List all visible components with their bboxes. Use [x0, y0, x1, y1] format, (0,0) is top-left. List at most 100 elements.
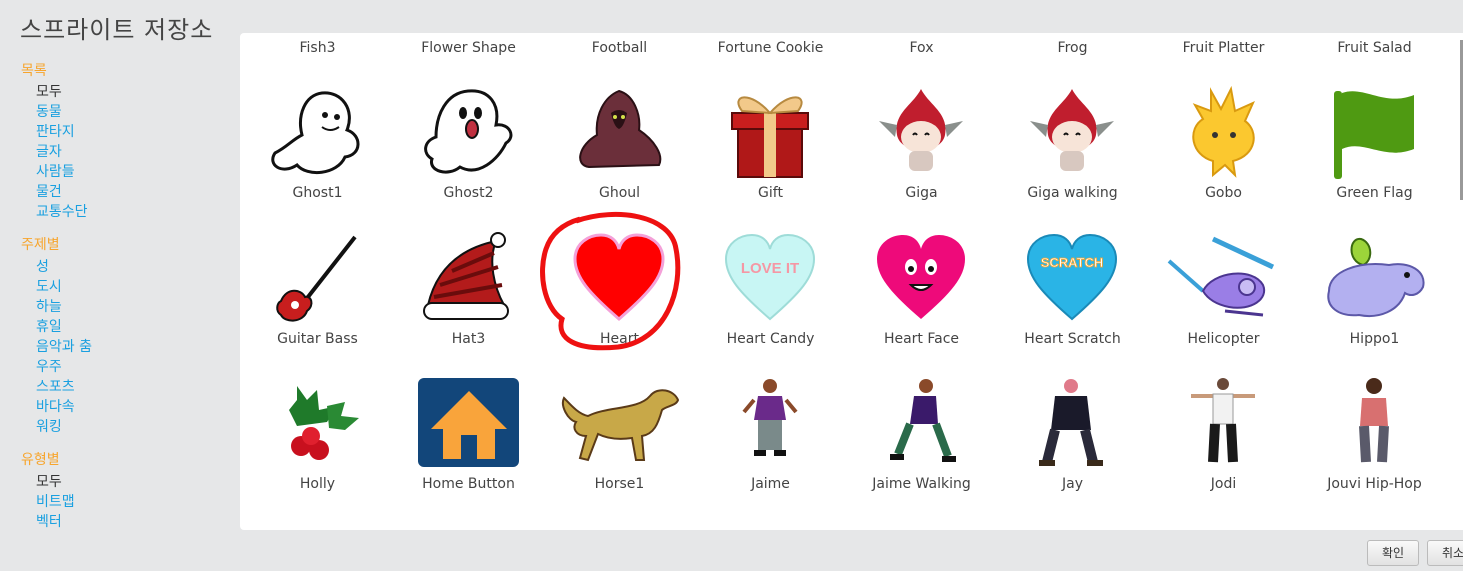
- sprite-label[interactable]: Frog: [997, 40, 1148, 56]
- heart-face-icon: [877, 235, 965, 319]
- theme-item-holiday[interactable]: 휴일: [36, 316, 62, 336]
- hippo1-icon: [1327, 237, 1425, 317]
- sprite-tile-home-button[interactable]: Home Button: [393, 374, 544, 494]
- sprite-tile-giga-walking[interactable]: Giga walking: [997, 83, 1148, 203]
- sprite-label[interactable]: Fortune Cookie: [695, 40, 846, 56]
- jaime-icon: [742, 379, 798, 456]
- theme-item-sky[interactable]: 하늘: [36, 296, 62, 316]
- type-item-all[interactable]: 모두: [36, 471, 62, 491]
- sprite-label: Gobo: [1205, 185, 1242, 201]
- sprite-label: Holly: [299, 476, 336, 492]
- sprite-tile-ghost2[interactable]: Ghost2: [393, 83, 544, 203]
- sprite-tile-green-flag[interactable]: Green Flag: [1299, 83, 1450, 203]
- sprite-label: Heart Scratch: [1024, 331, 1121, 347]
- sprite-tile-jay[interactable]: Jay: [997, 374, 1148, 494]
- sprite-tile-heart-scratch[interactable]: SCRATCH Heart Scratch: [997, 229, 1148, 349]
- theme-item-music-dance[interactable]: 음악과 춤: [36, 336, 92, 356]
- heart-candy-text: LOVE IT: [741, 260, 799, 277]
- sprite-label: Jay: [1062, 476, 1083, 492]
- category-item-animals[interactable]: 동물: [36, 101, 62, 121]
- jouvi-hip-hop-icon: [1359, 378, 1389, 463]
- sprite-label[interactable]: Fruit Platter: [1148, 40, 1299, 56]
- sprite-label: Jaime Walking: [872, 476, 971, 492]
- type-item-bitmap[interactable]: 비트맵: [36, 491, 75, 511]
- sprite-label: Heart Face: [883, 331, 960, 347]
- category-item-all[interactable]: 모두: [36, 81, 62, 101]
- sprite-label[interactable]: Fish3: [242, 40, 393, 56]
- category-item-things[interactable]: 물건: [36, 181, 62, 201]
- sprite-tile-giga[interactable]: Giga: [846, 83, 997, 203]
- theme-item-castle[interactable]: 성: [36, 256, 49, 276]
- sprite-label: Jouvi Hip-Hop: [1327, 476, 1422, 492]
- highlight-circle-annotation: [540, 211, 681, 351]
- sprite-label: Guitar Bass: [277, 331, 358, 347]
- sprite-tile-gift[interactable]: Gift: [695, 83, 846, 203]
- sprite-library-grid: Fish3 Flower Shape Football Fortune Cook…: [240, 33, 1463, 530]
- sprite-tile-jaime[interactable]: Jaime: [695, 374, 846, 494]
- holly-icon: [289, 386, 359, 460]
- sprite-label: Giga: [905, 185, 938, 201]
- category-item-letters[interactable]: 글자: [36, 141, 62, 161]
- sprite-label: Helicopter: [1187, 331, 1260, 347]
- guitar-bass-icon: [276, 235, 357, 322]
- hat3-icon: [423, 232, 509, 320]
- sprite-label: Green Flag: [1336, 185, 1413, 201]
- jay-icon: [1039, 379, 1103, 466]
- theme-item-city[interactable]: 도시: [36, 276, 62, 296]
- sprite-tile-heart-face[interactable]: Heart Face: [846, 229, 997, 349]
- heart-scratch-text: SCRATCH: [1041, 255, 1104, 270]
- ok-button[interactable]: 확인: [1367, 540, 1419, 566]
- sprite-tile-heart[interactable]: Heart: [540, 211, 695, 351]
- sprite-tile-helicopter[interactable]: Helicopter: [1148, 229, 1299, 349]
- gobo-icon: [1192, 85, 1255, 178]
- category-heading-list: 목록: [21, 63, 47, 79]
- ghost2-icon: [424, 89, 513, 174]
- theme-item-underwater[interactable]: 바다속: [36, 396, 75, 416]
- sprite-label: Giga walking: [1027, 185, 1118, 201]
- theme-item-space[interactable]: 우주: [36, 356, 62, 376]
- ghost1-icon: [271, 91, 360, 175]
- sprite-label: Ghost2: [443, 185, 494, 201]
- category-heading-theme: 주제별: [21, 237, 60, 253]
- giga-icon: [879, 89, 963, 171]
- sprite-label: Gift: [758, 185, 783, 201]
- sprite-label: Jaime: [751, 476, 790, 492]
- sprite-label: Ghoul: [598, 185, 641, 201]
- category-item-people[interactable]: 사람들: [36, 161, 75, 181]
- sprite-label[interactable]: Football: [544, 40, 695, 56]
- sprite-tile-jouvi-hip-hop[interactable]: Jouvi Hip-Hop: [1299, 374, 1450, 494]
- heart-scratch-icon: SCRATCH: [1026, 233, 1118, 321]
- sprite-tile-hat3[interactable]: Hat3: [393, 229, 544, 349]
- helicopter-icon: [1167, 236, 1275, 317]
- sprite-tile-holly[interactable]: Holly: [242, 374, 393, 494]
- sprite-label[interactable]: Fruit Salad: [1299, 40, 1450, 56]
- theme-item-sports[interactable]: 스포츠: [36, 376, 75, 396]
- type-item-vector[interactable]: 벡터: [36, 511, 62, 531]
- theme-item-walking[interactable]: 워킹: [36, 416, 62, 436]
- sprite-tile-heart-candy[interactable]: LOVE IT Heart Candy: [695, 229, 846, 349]
- sprite-label: Jodi: [1210, 476, 1237, 492]
- sprite-tile-jaime-walking[interactable]: Jaime Walking: [846, 374, 997, 494]
- sprite-tile-horse1[interactable]: Horse1: [544, 374, 695, 494]
- sprite-tile-hippo1[interactable]: Hippo1: [1299, 229, 1450, 349]
- home-button-icon: [418, 378, 519, 467]
- category-item-transport[interactable]: 교통수단: [36, 201, 88, 221]
- sprite-tile-guitar-bass[interactable]: Guitar Bass: [242, 229, 393, 349]
- category-heading-type: 유형별: [21, 452, 60, 468]
- sprite-label: Horse1: [594, 476, 645, 492]
- giga-walking-icon: [1030, 89, 1114, 171]
- sprite-tile-ghost1[interactable]: Ghost1: [242, 83, 393, 203]
- category-item-fantasy[interactable]: 판타지: [36, 121, 75, 141]
- sprite-label: Hat3: [451, 331, 486, 347]
- sprite-tile-ghoul[interactable]: Ghoul: [544, 83, 695, 203]
- sprite-label[interactable]: Fox: [846, 40, 997, 56]
- sprite-tile-jodi[interactable]: Jodi: [1148, 374, 1299, 494]
- sprite-label: Home Button: [422, 476, 515, 492]
- cancel-button[interactable]: 취소: [1427, 540, 1463, 566]
- jodi-icon: [1191, 378, 1255, 463]
- gift-icon: [731, 96, 809, 178]
- dialog-title: 스프라이트 저장소: [20, 16, 214, 44]
- sprite-tile-gobo[interactable]: Gobo: [1148, 83, 1299, 203]
- jaime-walking-icon: [890, 379, 956, 462]
- sprite-label[interactable]: Flower Shape: [393, 40, 544, 56]
